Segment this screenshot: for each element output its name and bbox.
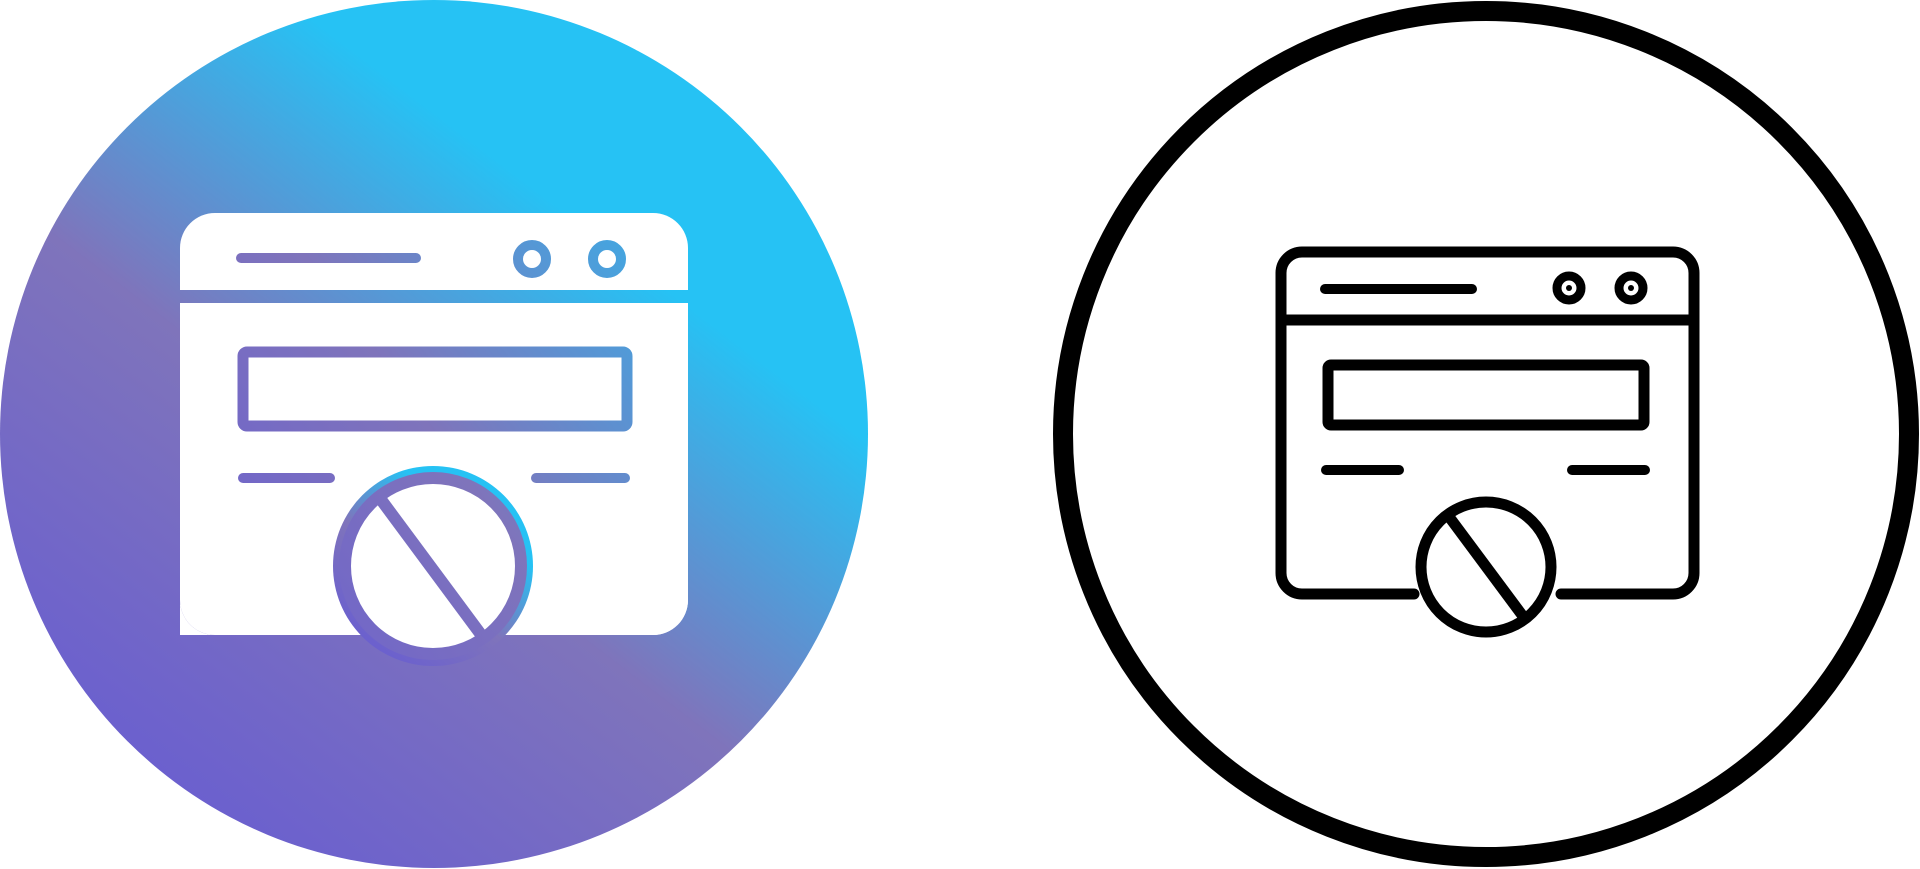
gradient-browser-block-icon bbox=[0, 0, 868, 868]
icon-canvas bbox=[0, 0, 1919, 868]
outline-control-dot-2-center bbox=[1628, 285, 1634, 291]
outline-browser-block-icon bbox=[1053, 1, 1919, 867]
icon-showcase bbox=[0, 0, 1920, 869]
browser-titlebar bbox=[180, 213, 688, 290]
outline-control-dot-1-center bbox=[1566, 285, 1572, 291]
outline-circle-frame bbox=[1053, 1, 1919, 867]
